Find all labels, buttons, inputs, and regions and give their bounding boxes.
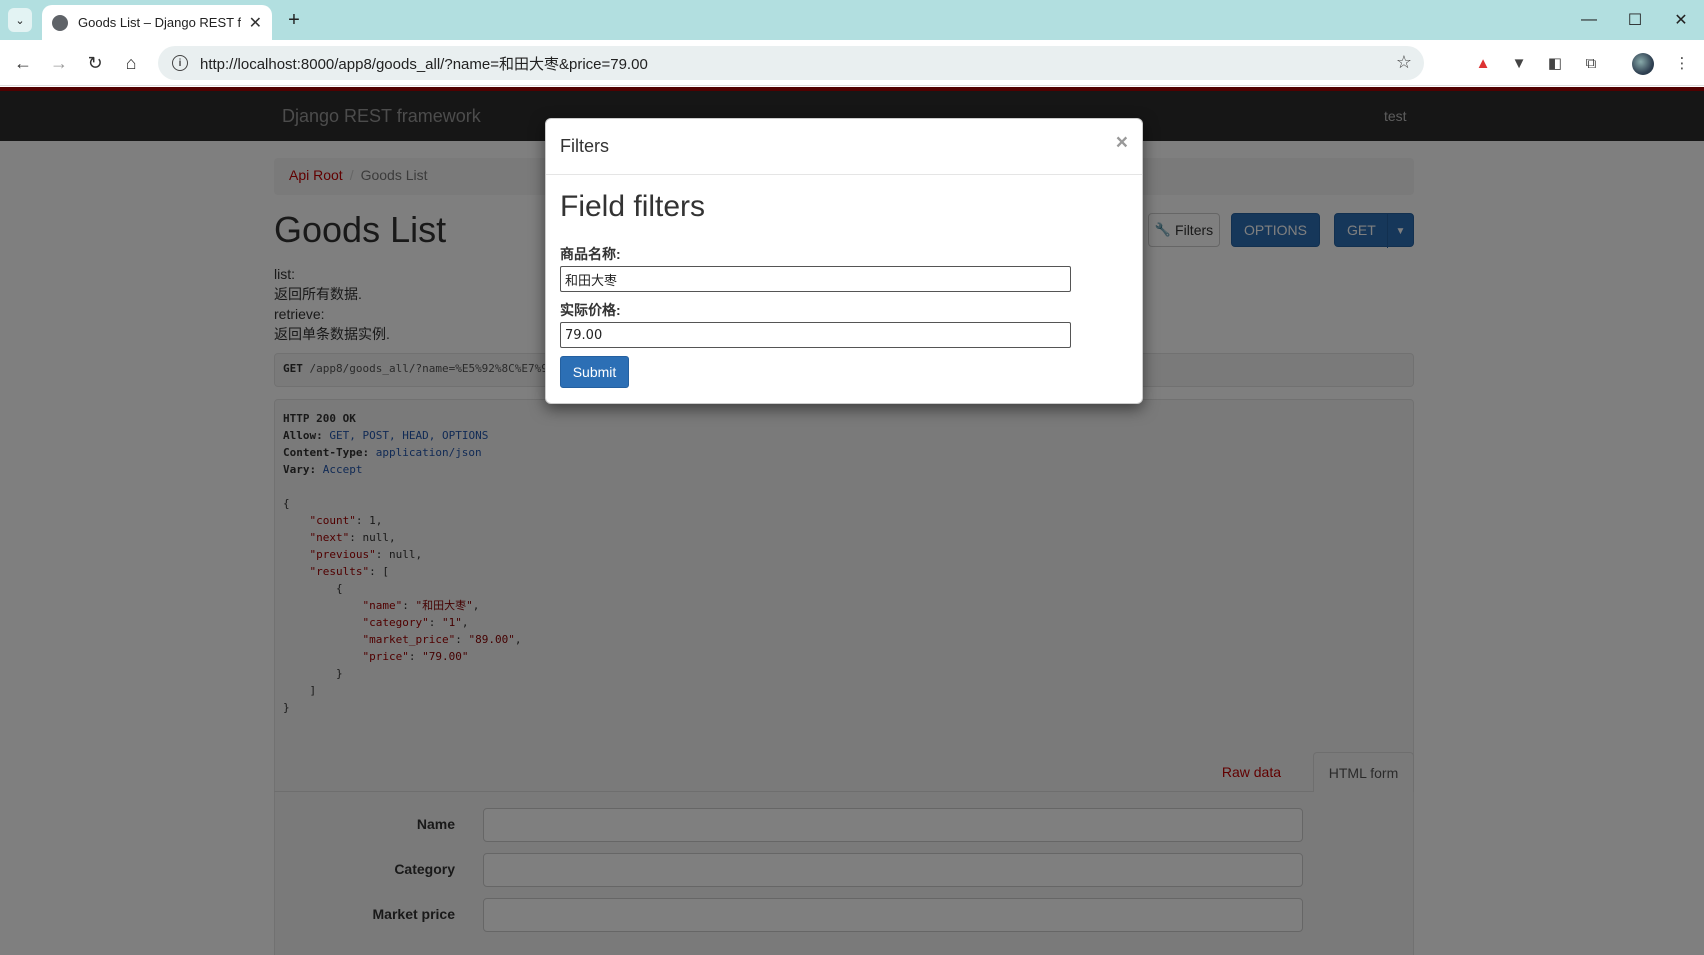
plus-icon[interactable]: +	[282, 8, 306, 32]
name-filter-label: 商品名称:	[560, 246, 621, 262]
globe-favicon-icon	[52, 14, 68, 31]
profile-avatar[interactable]	[1632, 53, 1654, 75]
page-content: Django REST framework test Api Root/Good…	[0, 87, 1704, 955]
close-icon[interactable]: ✕	[249, 13, 262, 33]
price-filter-label: 实际价格:	[560, 302, 621, 318]
submit-button[interactable]: Submit	[560, 356, 629, 388]
extension-icon[interactable]: ▼	[1507, 51, 1531, 75]
more-menu-icon[interactable]: ⋮	[1670, 51, 1694, 75]
close-window-icon[interactable]: ✕	[1658, 6, 1704, 34]
field-filters-heading: Field filters	[560, 190, 706, 223]
url-text: http://localhost:8000/app8/goods_all/?na…	[200, 55, 648, 73]
browser-toolbar: ← → ↻ ⌂ i http://localhost:8000/app8/goo…	[0, 40, 1704, 86]
minimize-icon[interactable]: —	[1566, 6, 1612, 34]
browser-tab[interactable]: Goods List – Django REST fra ✕	[42, 5, 272, 40]
filters-modal: Filters × Field filters 商品名称: 实际价格: Subm…	[545, 118, 1143, 404]
extension-icon[interactable]: ◧	[1543, 51, 1567, 75]
modal-title: Filters	[560, 136, 609, 156]
price-filter-input[interactable]	[560, 322, 1071, 348]
extension-icon[interactable]: ▲	[1471, 51, 1495, 75]
forward-icon[interactable]: →	[45, 49, 73, 77]
star-icon[interactable]: ☆	[1396, 52, 1412, 73]
name-filter-input[interactable]	[560, 266, 1071, 292]
extension-icon[interactable]: ⧉	[1579, 51, 1603, 75]
tab-title: Goods List – Django REST fra	[78, 15, 241, 30]
site-info-icon[interactable]: i	[172, 55, 188, 71]
modal-header: Filters ×	[546, 119, 1142, 175]
back-icon[interactable]: ←	[9, 49, 37, 77]
address-bar[interactable]: i http://localhost:8000/app8/goods_all/?…	[158, 46, 1424, 80]
home-icon[interactable]: ⌂	[117, 49, 145, 77]
close-icon[interactable]: ×	[1116, 131, 1128, 155]
browser-tab-strip: ⌄ Goods List – Django REST fra ✕ + — ☐ ✕	[0, 0, 1704, 40]
maximize-icon[interactable]: ☐	[1612, 6, 1658, 34]
tab-search-icon[interactable]: ⌄	[8, 8, 32, 32]
reload-icon[interactable]: ↻	[81, 49, 109, 77]
